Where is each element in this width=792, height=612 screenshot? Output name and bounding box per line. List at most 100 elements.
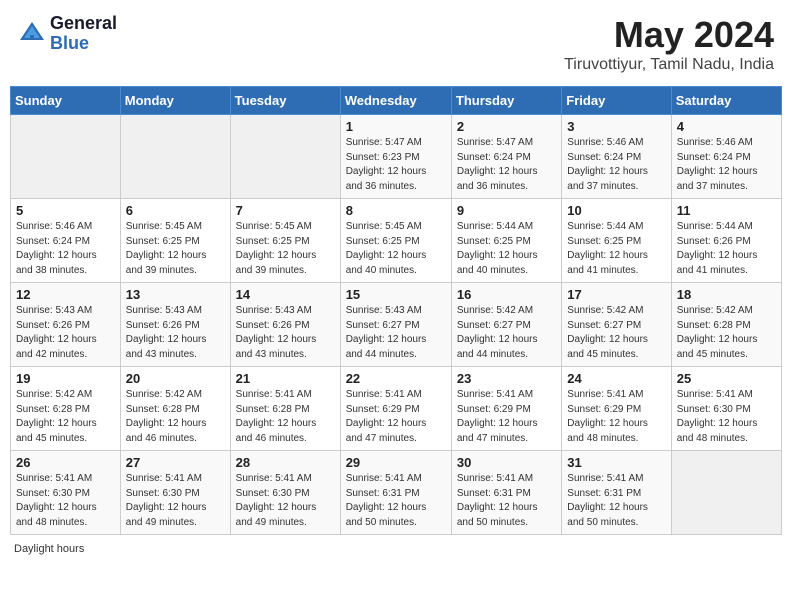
day-number: 14 <box>236 287 335 302</box>
logo: General Blue <box>18 14 117 54</box>
daylight-label: Daylight hours <box>14 543 84 555</box>
day-number: 17 <box>567 287 665 302</box>
day-number: 28 <box>236 455 335 470</box>
day-info: Sunrise: 5:41 AM Sunset: 6:31 PM Dayligh… <box>457 472 556 530</box>
day-info: Sunrise: 5:44 AM Sunset: 6:25 PM Dayligh… <box>457 220 556 278</box>
day-info: Sunrise: 5:43 AM Sunset: 6:26 PM Dayligh… <box>16 304 115 362</box>
calendar-week-3: 12 Sunrise: 5:43 AM Sunset: 6:26 PM Dayli… <box>11 283 782 367</box>
calendar-cell: 29Sunrise: 5:41 AM Sunset: 6:31 PM Dayli… <box>340 451 451 535</box>
day-info: Sunrise: 5:41 AM Sunset: 6:30 PM Dayligh… <box>677 388 776 446</box>
calendar-cell: 8 Sunrise: 5:45 AM Sunset: 6:25 PM Daylig… <box>340 199 451 283</box>
calendar-cell: 2Sunrise: 5:47 AM Sunset: 6:24 PM Daylig… <box>451 115 561 199</box>
calendar-cell: 14 Sunrise: 5:43 AM Sunset: 6:26 PM Dayli… <box>230 283 340 367</box>
day-info: Sunrise: 5:43 AM Sunset: 6:27 PM Dayligh… <box>346 304 446 362</box>
calendar-cell: 21 Sunrise: 5:41 AM Sunset: 6:28 PM Dayli… <box>230 367 340 451</box>
day-number: 30 <box>457 455 556 470</box>
day-info: Sunrise: 5:46 AM Sunset: 6:24 PM Dayligh… <box>677 136 776 194</box>
day-number: 2 <box>457 119 556 134</box>
day-number: 12 <box>16 287 115 302</box>
day-number: 21 <box>236 371 335 386</box>
logo-blue-text: Blue <box>50 34 117 54</box>
calendar-cell <box>11 115 121 199</box>
calendar-cell: 28 Sunrise: 5:41 AM Sunset: 6:30 PM Dayli… <box>230 451 340 535</box>
calendar-cell: 24 Sunrise: 5:41 AM Sunset: 6:29 PM Dayli… <box>562 367 671 451</box>
day-info: Sunrise: 5:45 AM Sunset: 6:25 PM Dayligh… <box>126 220 225 278</box>
title-block: May 2024 Tiruvottiyur, Tamil Nadu, India <box>564 14 774 74</box>
calendar-cell: 12 Sunrise: 5:43 AM Sunset: 6:26 PM Dayli… <box>11 283 121 367</box>
day-number: 6 <box>126 203 225 218</box>
calendar-cell: 1Sunrise: 5:47 AM Sunset: 6:23 PM Daylig… <box>340 115 451 199</box>
day-number: 27 <box>126 455 225 470</box>
day-number: 10 <box>567 203 665 218</box>
day-info: Sunrise: 5:41 AM Sunset: 6:30 PM Dayligh… <box>236 472 335 530</box>
day-info: Sunrise: 5:41 AM Sunset: 6:29 PM Dayligh… <box>567 388 665 446</box>
day-number: 13 <box>126 287 225 302</box>
footer-note: Daylight hours <box>10 543 782 555</box>
day-number: 7 <box>236 203 335 218</box>
day-number: 22 <box>346 371 446 386</box>
day-info: Sunrise: 5:41 AM Sunset: 6:28 PM Dayligh… <box>236 388 335 446</box>
day-number: 31 <box>567 455 665 470</box>
month-title: May 2024 <box>564 14 774 56</box>
day-number: 26 <box>16 455 115 470</box>
day-info: Sunrise: 5:44 AM Sunset: 6:26 PM Dayligh… <box>677 220 776 278</box>
day-info: Sunrise: 5:42 AM Sunset: 6:27 PM Dayligh… <box>567 304 665 362</box>
calendar-week-1: 1Sunrise: 5:47 AM Sunset: 6:23 PM Daylig… <box>11 115 782 199</box>
logo-general-text: General <box>50 14 117 34</box>
calendar-cell <box>671 451 781 535</box>
day-number: 1 <box>346 119 446 134</box>
weekday-header-saturday: Saturday <box>671 87 781 115</box>
day-number: 15 <box>346 287 446 302</box>
weekday-header-monday: Monday <box>120 87 230 115</box>
day-info: Sunrise: 5:43 AM Sunset: 6:26 PM Dayligh… <box>126 304 225 362</box>
day-info: Sunrise: 5:44 AM Sunset: 6:25 PM Dayligh… <box>567 220 665 278</box>
calendar-cell: 4 Sunrise: 5:46 AM Sunset: 6:24 PM Daylig… <box>671 115 781 199</box>
day-info: Sunrise: 5:45 AM Sunset: 6:25 PM Dayligh… <box>236 220 335 278</box>
day-info: Sunrise: 5:42 AM Sunset: 6:28 PM Dayligh… <box>126 388 225 446</box>
day-number: 9 <box>457 203 556 218</box>
calendar-cell: 27Sunrise: 5:41 AM Sunset: 6:30 PM Dayli… <box>120 451 230 535</box>
calendar-cell: 31 Sunrise: 5:41 AM Sunset: 6:31 PM Dayli… <box>562 451 671 535</box>
weekday-header-sunday: Sunday <box>11 87 121 115</box>
location-subtitle: Tiruvottiyur, Tamil Nadu, India <box>564 56 774 74</box>
calendar-cell: 9 Sunrise: 5:44 AM Sunset: 6:25 PM Daylig… <box>451 199 561 283</box>
calendar-cell: 5 Sunrise: 5:46 AM Sunset: 6:24 PM Daylig… <box>11 199 121 283</box>
weekday-header-tuesday: Tuesday <box>230 87 340 115</box>
day-number: 20 <box>126 371 225 386</box>
calendar-cell: 19 Sunrise: 5:42 AM Sunset: 6:28 PM Dayli… <box>11 367 121 451</box>
day-info: Sunrise: 5:42 AM Sunset: 6:28 PM Dayligh… <box>16 388 115 446</box>
day-info: Sunrise: 5:45 AM Sunset: 6:25 PM Dayligh… <box>346 220 446 278</box>
day-number: 5 <box>16 203 115 218</box>
calendar-cell <box>230 115 340 199</box>
day-info: Sunrise: 5:42 AM Sunset: 6:28 PM Dayligh… <box>677 304 776 362</box>
day-number: 4 <box>677 119 776 134</box>
day-info: Sunrise: 5:41 AM Sunset: 6:29 PM Dayligh… <box>457 388 556 446</box>
day-info: Sunrise: 5:41 AM Sunset: 6:31 PM Dayligh… <box>567 472 665 530</box>
day-info: Sunrise: 5:46 AM Sunset: 6:24 PM Dayligh… <box>567 136 665 194</box>
day-number: 23 <box>457 371 556 386</box>
day-number: 8 <box>346 203 446 218</box>
calendar-cell: 3 Sunrise: 5:46 AM Sunset: 6:24 PM Daylig… <box>562 115 671 199</box>
calendar-cell: 25Sunrise: 5:41 AM Sunset: 6:30 PM Dayli… <box>671 367 781 451</box>
calendar-cell: 16Sunrise: 5:42 AM Sunset: 6:27 PM Dayli… <box>451 283 561 367</box>
day-number: 16 <box>457 287 556 302</box>
logo-icon <box>18 20 46 48</box>
calendar-cell: 6 Sunrise: 5:45 AM Sunset: 6:25 PM Daylig… <box>120 199 230 283</box>
day-number: 3 <box>567 119 665 134</box>
calendar-table: SundayMondayTuesdayWednesdayThursdayFrid… <box>10 86 782 535</box>
day-number: 11 <box>677 203 776 218</box>
calendar-cell: 13 Sunrise: 5:43 AM Sunset: 6:26 PM Dayli… <box>120 283 230 367</box>
calendar-header-row: SundayMondayTuesdayWednesdayThursdayFrid… <box>11 87 782 115</box>
day-info: Sunrise: 5:46 AM Sunset: 6:24 PM Dayligh… <box>16 220 115 278</box>
day-number: 19 <box>16 371 115 386</box>
calendar-cell: 22 Sunrise: 5:41 AM Sunset: 6:29 PM Dayli… <box>340 367 451 451</box>
day-info: Sunrise: 5:41 AM Sunset: 6:29 PM Dayligh… <box>346 388 446 446</box>
calendar-cell: 15 Sunrise: 5:43 AM Sunset: 6:27 PM Dayli… <box>340 283 451 367</box>
calendar-cell: 26Sunrise: 5:41 AM Sunset: 6:30 PM Dayli… <box>11 451 121 535</box>
day-number: 24 <box>567 371 665 386</box>
day-info: Sunrise: 5:43 AM Sunset: 6:26 PM Dayligh… <box>236 304 335 362</box>
calendar-cell: 18 Sunrise: 5:42 AM Sunset: 6:28 PM Dayli… <box>671 283 781 367</box>
calendar-cell: 7 Sunrise: 5:45 AM Sunset: 6:25 PM Daylig… <box>230 199 340 283</box>
page-header: General Blue May 2024 Tiruvottiyur, Tami… <box>10 10 782 78</box>
day-number: 18 <box>677 287 776 302</box>
